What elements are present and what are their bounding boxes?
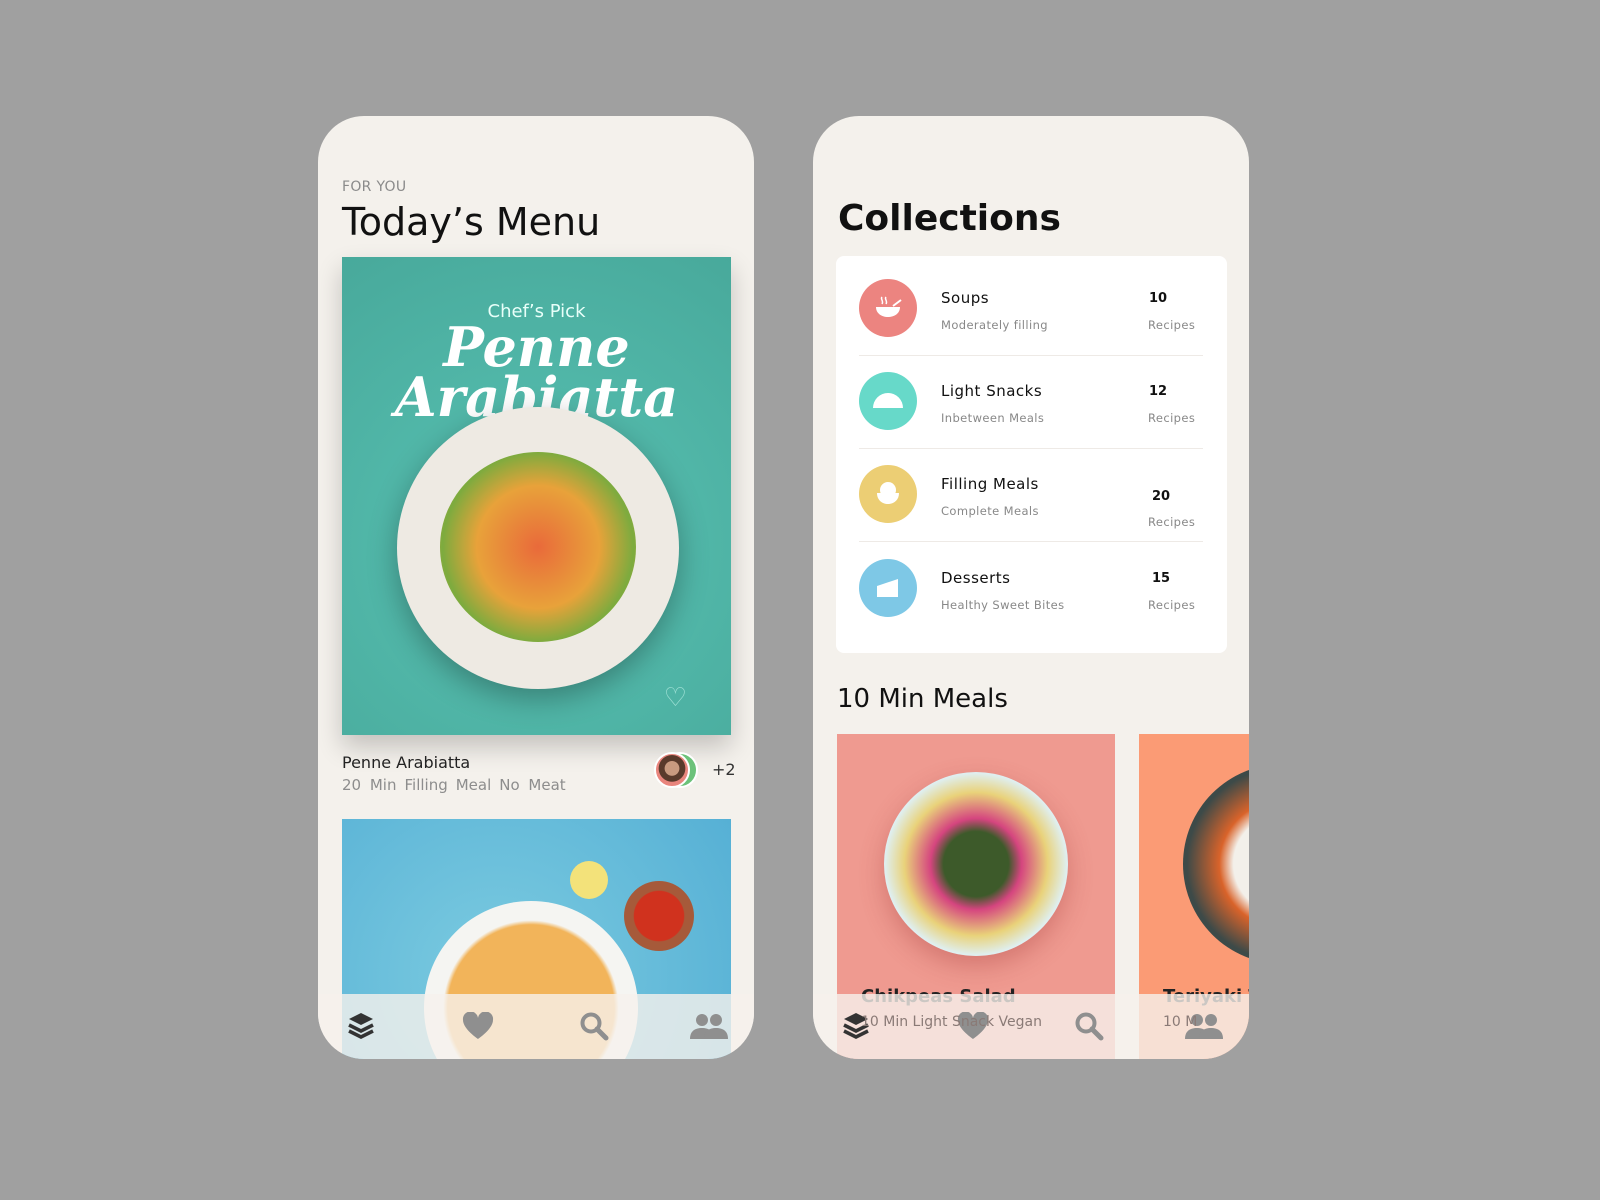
extra-participants-count: +2 (712, 760, 736, 779)
collection-item-soups[interactable]: Soups Moderately filling 10 Recipes (859, 263, 1203, 356)
collection-subtitle: Moderately filling (941, 318, 1048, 332)
collection-item-filling-meals[interactable]: Filling Meals Complete Meals 20 Recipes (859, 449, 1203, 542)
collection-name: Light Snacks (941, 382, 1043, 400)
meal-meta: 10 M (1163, 1014, 1198, 1030)
dish-name: Penne Arabiatta (342, 753, 471, 772)
recipe-unit: Recipes (1148, 411, 1196, 425)
rice-bowl-icon (859, 465, 917, 523)
collections-icon[interactable] (341, 1008, 381, 1044)
recipe-count: 15 (1152, 571, 1171, 586)
today-menu-screen: FOR YOU Today’s Menu Chef’s Pick Penne A… (318, 116, 754, 1059)
eyebrow-label: FOR YOU (342, 179, 407, 195)
collection-item-light-snacks[interactable]: Light Snacks Inbetween Meals 12 Recipes (859, 356, 1203, 449)
tag: 20 Min (342, 776, 397, 794)
dish-tags: 20 Min Filling Meal No Meat (342, 776, 574, 794)
recipe-unit: Recipes (1148, 515, 1196, 529)
page-title: Collections (838, 198, 1061, 239)
favorite-heart-icon[interactable]: ♡ (664, 683, 687, 713)
collection-item-desserts[interactable]: Desserts Healthy Sweet Bites 15 Recipes (859, 543, 1203, 636)
soup-bowl-icon (859, 279, 917, 337)
spice-bowl-image (624, 881, 694, 951)
lemon-image (570, 861, 608, 899)
recipe-unit: Recipes (1148, 598, 1196, 612)
avatar[interactable] (654, 752, 690, 788)
heart-icon[interactable] (458, 1008, 498, 1044)
collections-list: Soups Moderately filling 10 Recipes Ligh… (836, 256, 1227, 653)
bottom-nav (318, 994, 754, 1059)
section-title: 10 Min Meals (837, 684, 1008, 714)
tag: Filling (404, 776, 448, 794)
taco-icon (859, 372, 917, 430)
page-title: Today’s Menu (342, 200, 601, 244)
recipe-count: 10 (1149, 291, 1168, 306)
tag: No Meat (499, 776, 566, 794)
collection-subtitle: Inbetween Meals (941, 411, 1045, 425)
tag: Meal (455, 776, 492, 794)
search-icon[interactable] (1069, 1008, 1109, 1044)
cake-slice-icon (859, 559, 917, 617)
users-icon[interactable] (689, 1008, 729, 1044)
pasta-image (440, 452, 636, 642)
collection-name: Desserts (941, 569, 1011, 587)
collections-screen: Collections Soups Moderately filling 10 … (813, 116, 1249, 1059)
recipe-count: 20 (1152, 489, 1171, 504)
collection-name: Soups (941, 289, 990, 307)
search-icon[interactable] (574, 1008, 614, 1044)
collection-name: Filling Meals (941, 475, 1039, 493)
featured-recipe-card[interactable]: Chef’s Pick Penne Arabiatta ♡ (342, 257, 731, 735)
meal-meta: 10 Min Light Snack Vegan (861, 1014, 1042, 1030)
recipe-unit: Recipes (1148, 318, 1196, 332)
teriyaki-bowl-image (1183, 764, 1249, 964)
collection-subtitle: Healthy Sweet Bites (941, 598, 1065, 612)
salad-bowl-image (884, 772, 1068, 956)
collection-subtitle: Complete Meals (941, 504, 1039, 518)
recipe-count: 12 (1149, 384, 1168, 399)
